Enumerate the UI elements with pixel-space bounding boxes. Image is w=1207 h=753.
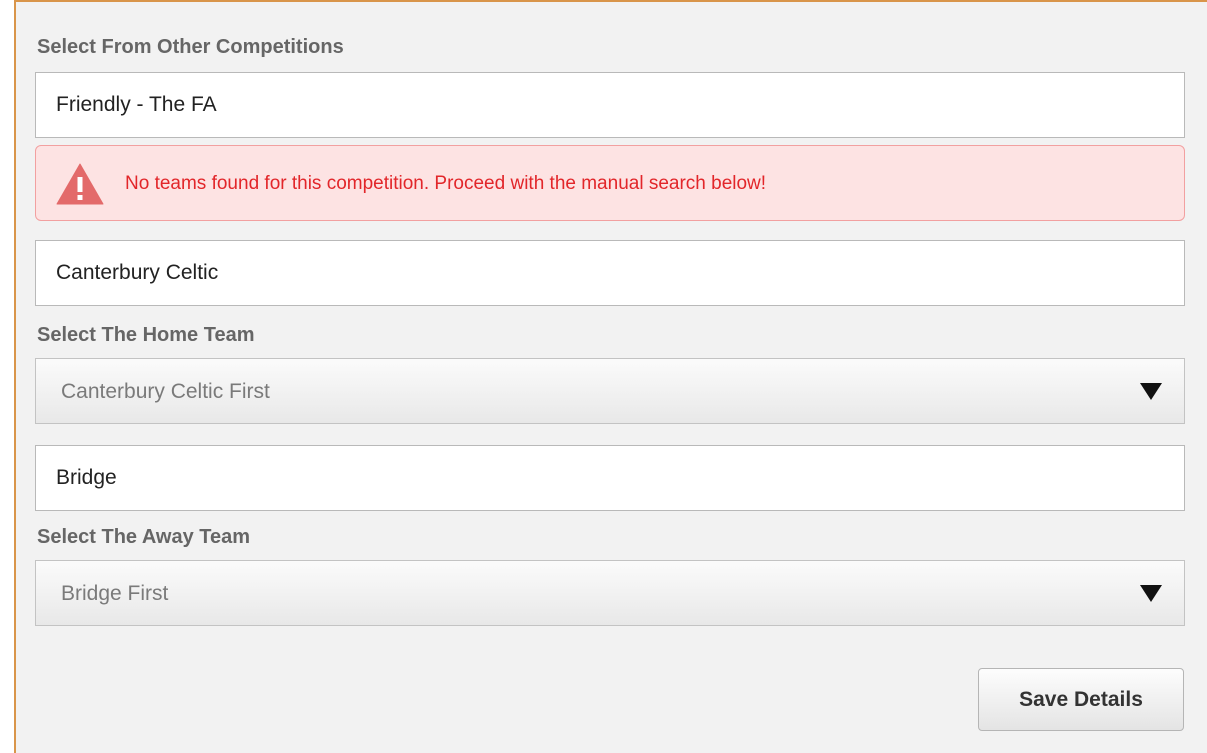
- away-team-label: Select The Away Team: [37, 526, 251, 548]
- home-team-selected-value: Canterbury Celtic First: [61, 380, 270, 403]
- warning-triangle-icon: [56, 163, 104, 205]
- away-team-selected-value: Bridge First: [61, 582, 169, 605]
- home-team-search-input[interactable]: [35, 240, 1185, 306]
- save-details-button[interactable]: Save Details: [978, 668, 1184, 731]
- competition-label: Select From Other Competitions: [37, 36, 344, 58]
- chevron-down-icon: [1140, 585, 1162, 602]
- away-team-search-input[interactable]: [35, 445, 1185, 511]
- no-teams-alert: No teams found for this competition. Pro…: [35, 145, 1185, 221]
- away-team-select[interactable]: Bridge First: [35, 560, 1185, 626]
- home-team-select[interactable]: Canterbury Celtic First: [35, 358, 1185, 424]
- team-selection-panel: Select From Other Competitions No teams …: [14, 0, 1207, 753]
- home-team-label: Select The Home Team: [37, 324, 255, 346]
- chevron-down-icon: [1140, 383, 1162, 400]
- alert-message: No teams found for this competition. Pro…: [125, 173, 767, 194]
- competition-input[interactable]: [35, 72, 1185, 138]
